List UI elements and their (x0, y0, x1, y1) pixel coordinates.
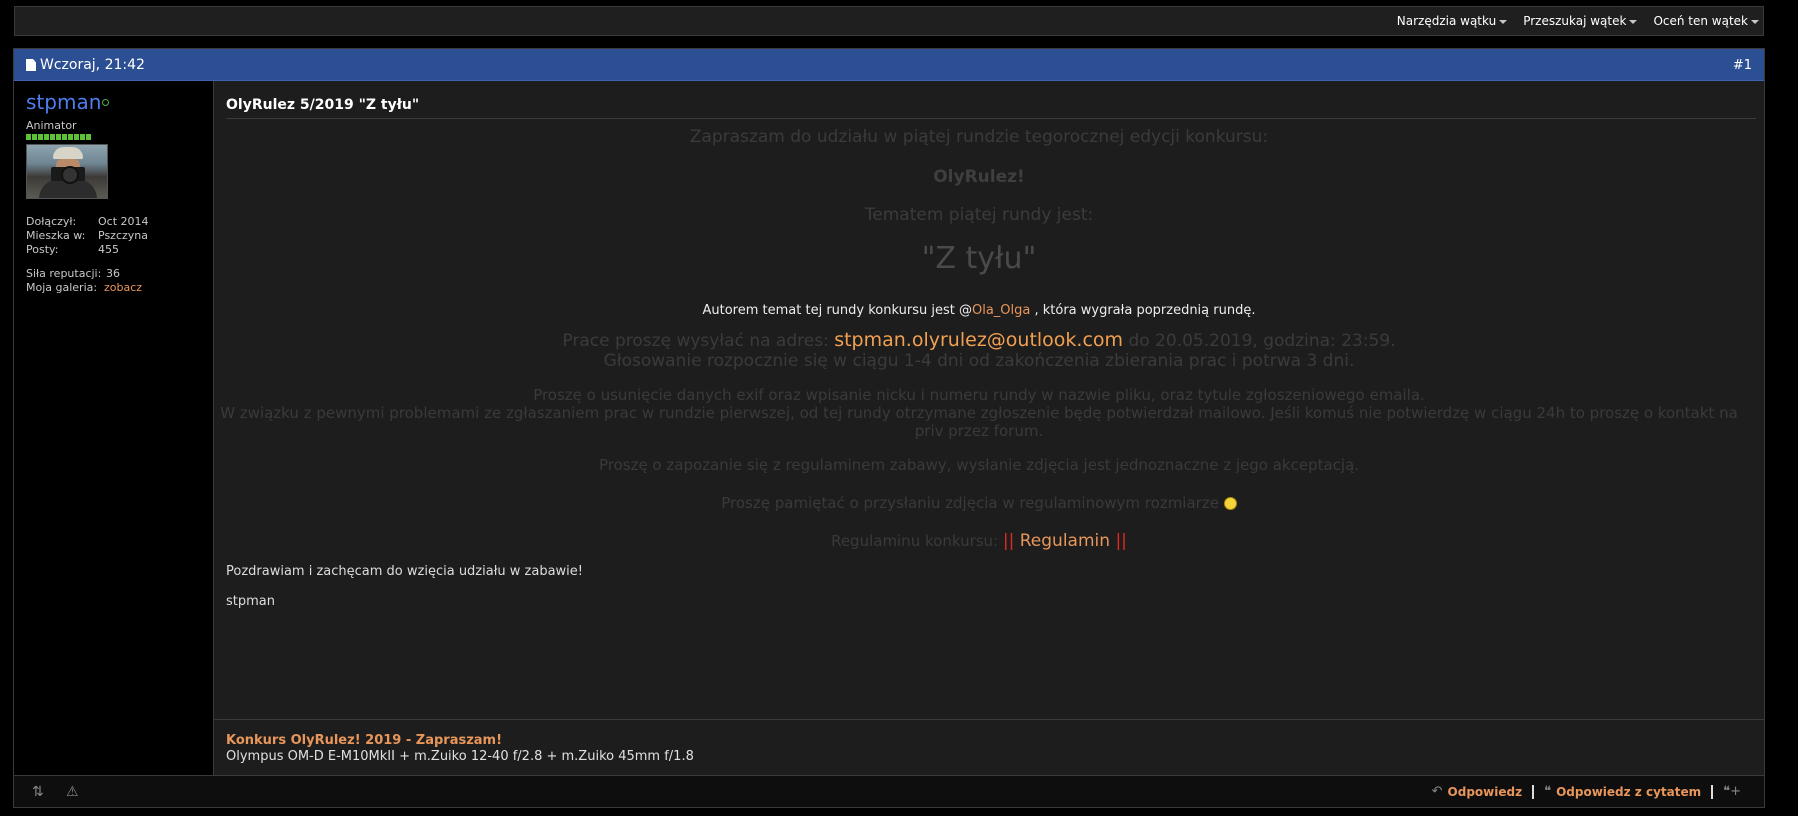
theme-title: "Z tyłu" (921, 241, 1037, 276)
rules-text: Proszę o zapozanie się z regulaminem zab… (598, 456, 1360, 474)
reply-button[interactable]: ↶ Odpowiedz (1422, 784, 1532, 799)
send-line: Prace proszę wysyłać na adres: stpman.ol… (214, 329, 1744, 351)
post-footer: ⇅ ⚠ ↶ Odpowiedz ❝ Odpowiedz z cytatem ❝+ (14, 775, 1764, 807)
problems-text-1: W związku z pewnymi problemami ze zgłasz… (220, 404, 1738, 422)
quote-icon: ❝ (1544, 784, 1552, 799)
send-post: do 20.05.2019, godzina: 23:59. (1123, 331, 1396, 351)
post-actions: ↶ Odpowiedz ❝ Odpowiedz z cytatem ❝+ (1422, 776, 1756, 807)
reply-label: Odpowiedz (1447, 784, 1523, 799)
reputation-value: 36 (106, 267, 120, 280)
location-value: Pszczyna (98, 229, 148, 242)
post: Wczoraj, 21:42 #1 stpman Animator Dołącz… (13, 48, 1765, 808)
post-title: OlyRulez 5/2019 "Z tyłu" (226, 97, 1756, 119)
send-pre: Prace proszę wysyłać na adres: (562, 331, 835, 351)
warning-icon[interactable]: ⚠ (66, 784, 79, 800)
reputation-row: Siła reputacji: 36 (26, 267, 206, 281)
chevron-down-icon (1499, 19, 1508, 24)
user-info-panel: stpman Animator Dołączył: Oct 2014 Miesz… (14, 81, 214, 775)
posts-value: 455 (98, 243, 119, 256)
joined-label: Dołączył: (26, 215, 77, 228)
posts-row: Posty: 455 (26, 243, 206, 257)
author-pre: Autorem temat tej rundy konkursu jest @ (702, 303, 972, 318)
quote-reply-label: Odpowiedz z cytatem (1556, 784, 1702, 799)
thread-toolbar: Narzędzia wątku Przeszukaj wątek Oceń te… (14, 6, 1764, 36)
location-row: Mieszka w: Pszczyna (26, 229, 206, 243)
post-date: Wczoraj, 21:42 (26, 49, 145, 81)
post-content: OlyRulez 5/2019 "Z tyłu" Zapraszam do ud… (214, 81, 1764, 775)
author-post: , która wygrała poprzednią rundę. (1030, 303, 1256, 318)
username-link[interactable]: stpman (26, 90, 101, 114)
chevron-down-icon (1629, 19, 1638, 24)
reputation-bar[interactable] (26, 134, 92, 140)
gallery-label: Moja galeria: (26, 281, 98, 294)
chevron-down-icon (1751, 19, 1759, 24)
theme-intro: Tematem piątej rundy jest: (864, 205, 1094, 225)
gallery-link[interactable]: zobacz (104, 281, 142, 294)
regulamin-link[interactable]: Regulamin (1014, 531, 1115, 551)
post-number-link[interactable]: #1 (1733, 49, 1752, 81)
size-line: Proszę pamiętać o przysłaniu zdjęcia w r… (214, 494, 1744, 512)
multi-quote-button[interactable]: ❝+ (1713, 784, 1756, 799)
location-label: Mieszka w: (26, 229, 86, 242)
document-icon (26, 59, 36, 71)
avatar[interactable] (26, 144, 108, 199)
multi-quote-icon: ❝+ (1723, 784, 1741, 799)
author-line: Autorem temat tej rundy konkursu jest @O… (214, 303, 1744, 318)
smiley-icon (1223, 497, 1237, 510)
signature-gear: Olympus OM-D E-M10MkII + m.Zuiko 12-40 f… (226, 749, 694, 764)
reply-icon: ↶ (1431, 784, 1443, 799)
gallery-row: Moja galeria: zobacz (26, 281, 206, 295)
posts-label: Posty: (26, 243, 59, 256)
post-date-text: Wczoraj, 21:42 (40, 57, 145, 73)
sign-text: stpman (226, 594, 275, 609)
joined-row: Dołączył: Oct 2014 (26, 215, 206, 229)
regulamin-pre: Regulaminu konkursu: (831, 532, 1003, 550)
online-status-icon (102, 99, 109, 106)
page: Narzędzia wątku Przeszukaj wątek Oceń te… (0, 0, 1798, 816)
problems-text-2: priv przez forum. (914, 422, 1044, 440)
post-header: Wczoraj, 21:42 #1 (14, 49, 1764, 81)
reputation-label: Siła reputacji: (26, 267, 102, 280)
rate-thread-label: Oceń ten wątek (1653, 14, 1748, 28)
greeting-text: Pozdrawiam i zachęcam do wzięcia udziału… (226, 564, 583, 579)
invite-text: Zapraszam do udziału w piątej rundzie te… (689, 127, 1269, 147)
regulamin-bars-right: || (1115, 531, 1127, 551)
contest-name: OlyRulez! (933, 167, 1025, 187)
rate-thread-menu[interactable]: Oceń ten wątek (1653, 14, 1759, 28)
voting-text: Głosowanie rozpocznie się w ciągu 1-4 dn… (603, 351, 1355, 371)
exif-text: Proszę o usunięcie danych exif oraz wpis… (533, 386, 1425, 404)
thread-tools-label: Narzędzia wątku (1396, 14, 1497, 28)
search-thread-label: Przeszukaj wątek (1523, 14, 1627, 28)
email-link[interactable]: stpman.olyrulez@outlook.com (834, 329, 1123, 351)
regulamin-line: Regulaminu konkursu: || Regulamin || (214, 531, 1744, 551)
joined-value: Oct 2014 (98, 215, 149, 228)
regulamin-bars-left: || (1002, 531, 1015, 551)
signature-divider (214, 719, 1764, 720)
user-title: Animator (26, 119, 77, 132)
size-text: Proszę pamiętać o przysłaniu zdjęcia w r… (721, 494, 1219, 512)
author-link[interactable]: Ola_Olga (972, 303, 1030, 318)
thread-tools-menu[interactable]: Narzędzia wątku (1396, 14, 1508, 28)
quote-reply-button[interactable]: ❝ Odpowiedz z cytatem (1534, 784, 1711, 799)
signature-link[interactable]: Konkurs OlyRulez! 2019 - Zapraszam! (226, 733, 502, 748)
sort-arrows-icon[interactable]: ⇅ (32, 784, 44, 800)
search-thread-menu[interactable]: Przeszukaj wątek (1523, 14, 1638, 28)
thread-menus: Narzędzia wątku Przeszukaj wątek Oceń te… (1381, 7, 1759, 35)
